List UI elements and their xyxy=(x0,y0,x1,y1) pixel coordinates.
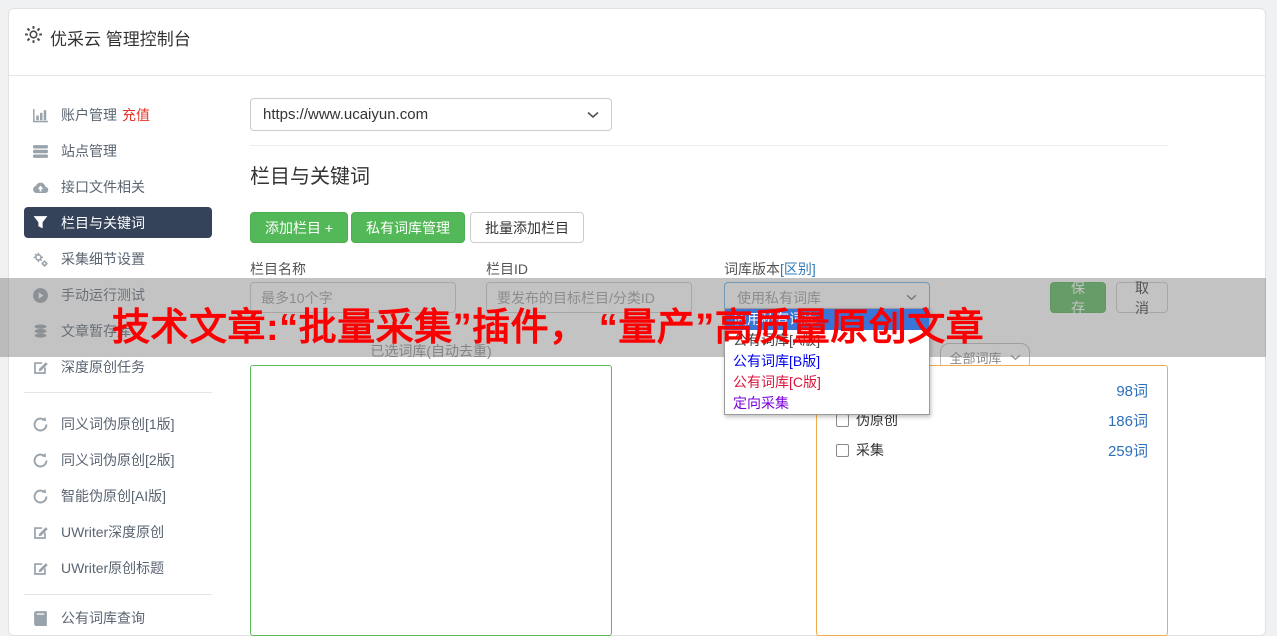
sidebar-item-label: 账户管理 充值 xyxy=(61,107,150,123)
edit-icon xyxy=(32,524,49,541)
sidebar-item-collect-settings[interactable]: 采集细节设置 xyxy=(24,241,212,277)
sidebar-item-synonym-2[interactable]: 同义词伪原创[2版] xyxy=(24,442,212,478)
edit-icon xyxy=(32,359,49,376)
gears-icon xyxy=(32,251,49,268)
filter-icon xyxy=(32,214,49,231)
sidebar-divider xyxy=(24,594,212,595)
sidebar-item-label: 深度原创任务 xyxy=(61,359,145,375)
sidebar-item-synonym-1[interactable]: 同义词伪原创[1版] xyxy=(24,406,212,442)
sidebar-item-account[interactable]: 账户管理 充值 xyxy=(24,97,212,133)
content-divider xyxy=(250,145,1168,146)
cloud-upload-icon xyxy=(32,179,49,196)
word-count: 259词 xyxy=(1107,442,1148,460)
sidebar-item-public-lib-query[interactable]: 公有词库查询 xyxy=(24,600,212,636)
sidebar-item-label: 站点管理 xyxy=(61,143,117,159)
dropdown-option-targeted[interactable]: 定向采集 xyxy=(725,393,929,414)
sidebar-item-label: 公有词库查询 xyxy=(61,610,145,626)
bar-chart-icon xyxy=(32,107,49,124)
column-id-label: 栏目ID xyxy=(486,261,528,277)
lib-version-label: 词库版本[区别] xyxy=(724,261,816,277)
gear-icon xyxy=(24,25,43,44)
lib-item-label: 采集 xyxy=(856,442,884,458)
site-url-value: https://www.ucaiyun.com xyxy=(263,106,429,123)
site-url-select[interactable]: https://www.ucaiyun.com xyxy=(250,98,612,131)
edit-icon xyxy=(32,560,49,577)
private-lib-button[interactable]: 私有词库管理 xyxy=(351,212,465,243)
app-window: 优采云 管理控制台 账户管理 充值 站点管理 接口文件相关 栏目与关键词 采集细… xyxy=(0,0,1277,636)
header-divider xyxy=(9,75,1265,76)
sidebar-item-label: 接口文件相关 xyxy=(61,179,145,195)
app-title: 优采云 管理控制台 xyxy=(50,30,191,49)
refresh-icon xyxy=(32,488,49,505)
book-icon xyxy=(32,610,49,627)
sidebar-item-label: UWriter深度原创 xyxy=(61,524,165,540)
sidebar-item-interface-files[interactable]: 接口文件相关 xyxy=(24,169,212,205)
sidebar-item-label: 智能伪原创[AI版] xyxy=(61,488,167,504)
page-title: 栏目与关键词 xyxy=(250,166,370,188)
sidebar-item-label: 采集细节设置 xyxy=(61,251,145,267)
sidebar-item-uwriter-deep[interactable]: UWriter深度原创 xyxy=(24,514,212,550)
sidebar-item-label: 同义词伪原创[2版] xyxy=(61,452,175,468)
selected-lib-box[interactable] xyxy=(250,365,612,636)
sidebar-item-columns-keywords[interactable]: 栏目与关键词 xyxy=(24,207,212,238)
dropdown-option-public-c[interactable]: 公有词库[C版] xyxy=(725,372,929,393)
word-count: 98词 xyxy=(1116,382,1148,400)
promo-text: 技术文章:“批量采集”插件， “量产”高质量原创文章 xyxy=(112,307,985,349)
sidebar-item-label: UWriter原创标题 xyxy=(61,560,165,576)
sidebar-item-sites[interactable]: 站点管理 xyxy=(24,133,212,169)
sidebar-divider xyxy=(24,392,212,393)
lib-list-row: 采集 259词 xyxy=(836,435,1148,465)
server-icon xyxy=(32,143,49,160)
recharge-badge[interactable]: 充值 xyxy=(122,107,150,123)
collect-checkbox[interactable] xyxy=(836,443,849,457)
sidebar-item-ai-rewrite[interactable]: 智能伪原创[AI版] xyxy=(24,478,212,514)
chevron-down-icon xyxy=(587,111,599,119)
refresh-icon xyxy=(32,452,49,469)
refresh-icon xyxy=(32,416,49,433)
sidebar-item-uwriter-title[interactable]: UWriter原创标题 xyxy=(24,550,212,586)
word-count: 186词 xyxy=(1107,412,1148,430)
sidebar-item-label: 栏目与关键词 xyxy=(61,214,145,231)
pseudo-original-checkbox[interactable] xyxy=(836,413,849,427)
batch-add-button[interactable]: 批量添加栏目 xyxy=(470,212,584,243)
column-name-label: 栏目名称 xyxy=(250,261,306,277)
difference-link[interactable]: [区别] xyxy=(780,261,816,277)
dropdown-option-public-b[interactable]: 公有词库[B版] xyxy=(725,351,929,372)
add-column-button[interactable]: 添加栏目 + xyxy=(250,212,349,243)
sidebar-item-label: 同义词伪原创[1版] xyxy=(61,416,175,432)
